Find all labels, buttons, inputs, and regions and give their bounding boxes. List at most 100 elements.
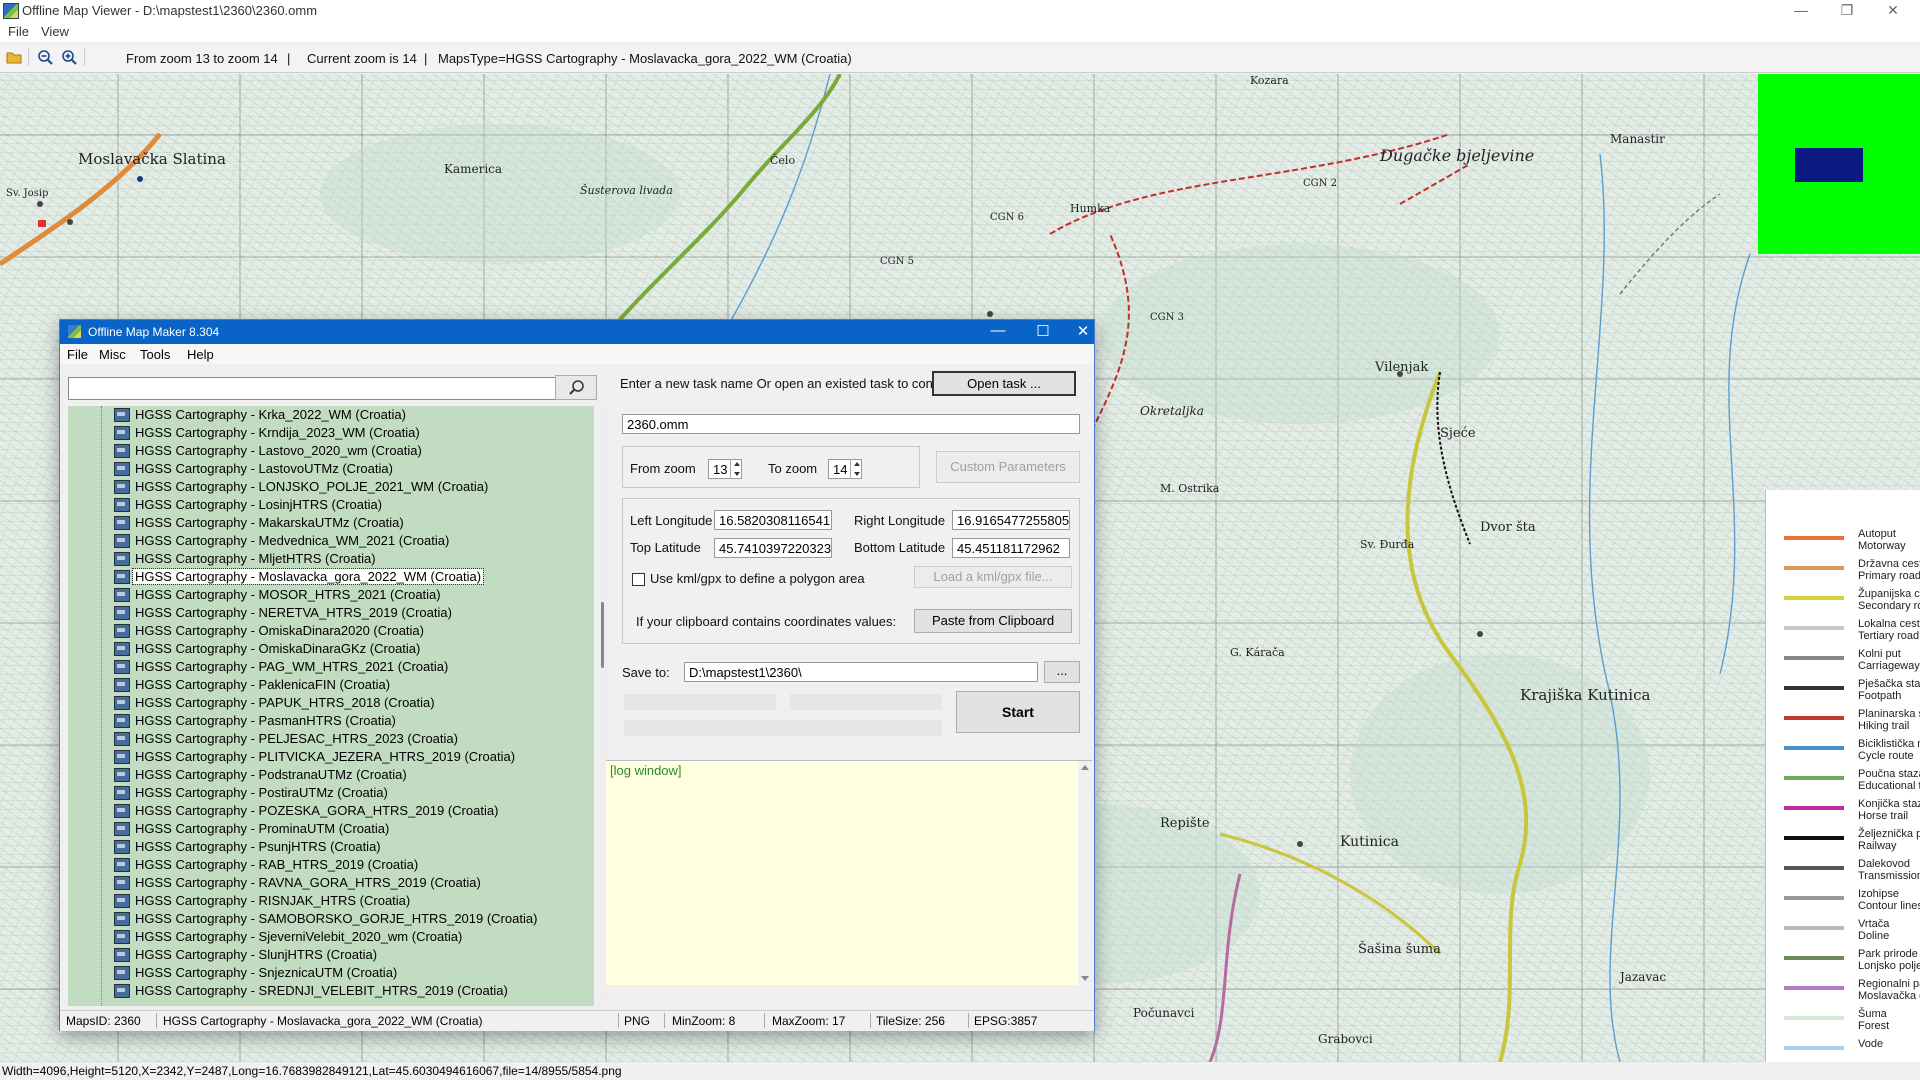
menu-view[interactable]: View [41, 24, 69, 39]
tree-item[interactable]: HGSS Cartography - SnjeznicaUTM (Croatia… [68, 964, 588, 982]
tree-item[interactable]: HGSS Cartography - PELJESAC_HTRS_2023 (C… [68, 730, 588, 748]
left-longitude-input[interactable]: 16.5820308116541 [714, 510, 832, 530]
tree-item[interactable]: HGSS Cartography - Krndija_2023_WM (Croa… [68, 424, 588, 442]
app-title-bar: Offline Map Viewer - D:\mapstest1\2360\2… [0, 0, 1920, 22]
tree-item[interactable]: HGSS Cartography - PodstranaUTMz (Croati… [68, 766, 588, 784]
tree-item[interactable]: HGSS Cartography - PLITVICKA_JEZERA_HTRS… [68, 748, 588, 766]
search-button[interactable] [555, 375, 597, 400]
tree-item[interactable]: HGSS Cartography - RISNJAK_HTRS (Croatia… [68, 892, 588, 910]
browse-button[interactable]: ... [1044, 661, 1080, 683]
start-button[interactable]: Start [956, 691, 1080, 733]
tree-item[interactable]: HGSS Cartography - RAVNA_GORA_HTRS_2019 … [68, 874, 588, 892]
legend-label: Lokalna cesta Tertiary road [1858, 618, 1920, 642]
dialog-maximize-button[interactable]: ☐ [1023, 322, 1063, 340]
custom-parameters-button[interactable]: Custom Parameters [936, 451, 1080, 483]
scroll-down-icon[interactable] [1081, 976, 1089, 981]
maps-id-status: MapsID: 2360 [66, 1014, 141, 1028]
tree-item[interactable]: HGSS Cartography - SlunjHTRS (Croatia) [68, 946, 588, 964]
log-scrollbar[interactable] [1078, 761, 1092, 985]
dialog-close-button[interactable]: ✕ [1063, 322, 1103, 340]
tree-item[interactable]: HGSS Cartography - PsunjHTRS (Croatia) [68, 838, 588, 856]
tree-item[interactable]: HGSS Cartography - SAMOBORSKO_GORJE_HTRS… [68, 910, 588, 928]
tree-item[interactable]: HGSS Cartography - Moslavacka_gora_2022_… [68, 568, 588, 586]
tree-item[interactable]: HGSS Cartography - LosinjHTRS (Croatia) [68, 496, 588, 514]
map-layer-icon [114, 426, 130, 440]
dialog-menu-file[interactable]: File [67, 347, 88, 362]
tree-item[interactable]: HGSS Cartography - MljetHTRS (Croatia) [68, 550, 588, 568]
tree-item[interactable]: HGSS Cartography - SREDNJI_VELEBIT_HTRS_… [68, 982, 588, 1000]
tree-item[interactable]: HGSS Cartography - MOSOR_HTRS_2021 (Croa… [68, 586, 588, 604]
close-button[interactable]: ✕ [1870, 0, 1916, 22]
right-longitude-input[interactable]: 16.9165477255805 [952, 510, 1070, 530]
tree-item[interactable]: HGSS Cartography - RAB_HTRS_2019 (Croati… [68, 856, 588, 874]
log-window[interactable]: [log window] [606, 760, 1092, 985]
tree-item[interactable]: HGSS Cartography - LONJSKO_POLJE_2021_WM… [68, 478, 588, 496]
load-kml-button[interactable]: Load a kml/gpx file... [914, 566, 1072, 588]
tree-item[interactable]: HGSS Cartography - SjeverniVelebit_2020_… [68, 928, 588, 946]
task-name-input[interactable]: 2360.omm [622, 414, 1080, 434]
tree-item[interactable]: HGSS Cartography - PAPUK_HTRS_2018 (Croa… [68, 694, 588, 712]
map-layer-icon [114, 498, 130, 512]
to-zoom-spinner[interactable] [850, 459, 863, 479]
tree-item[interactable]: HGSS Cartography - LastovoUTMz (Croatia) [68, 460, 588, 478]
tree-item[interactable]: HGSS Cartography - NERETVA_HTRS_2019 (Cr… [68, 604, 588, 622]
scroll-up-icon[interactable] [1081, 765, 1089, 770]
tree-item-label: HGSS Cartography - PodstranaUTMz (Croati… [135, 767, 407, 782]
tree-item[interactable]: HGSS Cartography - MakarskaUTMz (Croatia… [68, 514, 588, 532]
legend-label: Biciklistička n Cycle route [1858, 738, 1920, 762]
bottom-latitude-input[interactable]: 45.451181172962 [952, 538, 1070, 558]
maps-tree[interactable]: HGSS Cartography - Krka_2022_WM (Croatia… [68, 406, 594, 1006]
tree-item[interactable]: HGSS Cartography - PaklenicaFIN (Croatia… [68, 676, 588, 694]
tree-item[interactable]: HGSS Cartography - OmiskaDinara2020 (Cro… [68, 622, 588, 640]
tree-item[interactable]: HGSS Cartography - ProminaUTM (Croatia) [68, 820, 588, 838]
tree-item[interactable]: HGSS Cartography - OmiskaDinaraGKz (Croa… [68, 640, 588, 658]
legend-label: Kolni put Carriageway [1858, 648, 1920, 672]
legend-swatch [1784, 686, 1844, 690]
dialog-menu-help[interactable]: Help [187, 347, 214, 362]
map-label: Šašina šuma [1358, 942, 1441, 957]
tree-item-label: HGSS Cartography - OmiskaDinaraGKz (Croa… [135, 641, 421, 656]
kml-label: Use kml/gpx to define a polygon area [650, 571, 865, 586]
tree-item[interactable]: HGSS Cartography - Krka_2022_WM (Croatia… [68, 406, 588, 424]
menu-file[interactable]: File [8, 24, 29, 39]
top-latitude-label: Top Latitude [630, 540, 701, 555]
from-zoom-spinner[interactable] [730, 459, 743, 479]
map-label: Sv. Josip [6, 188, 49, 199]
minimize-button[interactable]: — [1778, 0, 1824, 22]
scrollbar-thumb[interactable] [601, 602, 604, 668]
map-search-input[interactable] [68, 377, 558, 400]
viewer-status-bar: Width=4096,Height=5120,X=2342,Y=2487,Lon… [0, 1062, 1920, 1080]
open-folder-icon[interactable] [6, 49, 22, 65]
tree-item[interactable]: HGSS Cartography - POZESKA_GORA_HTRS_201… [68, 802, 588, 820]
dialog-menu-misc[interactable]: Misc [99, 347, 126, 362]
dialog-menu-tools[interactable]: Tools [140, 347, 170, 362]
top-latitude-input[interactable]: 45.7410397220323 [714, 538, 832, 558]
tree-item-label: HGSS Cartography - Moslavacka_gora_2022_… [131, 568, 485, 585]
save-path-input[interactable]: D:\mapstest1\2360\ [684, 662, 1038, 682]
dialog-title-bar[interactable]: Offline Map Maker 8.304 — ☐ ✕ [60, 320, 1094, 344]
paste-from-clipboard-button[interactable]: Paste from Clipboard [914, 609, 1072, 633]
kml-checkbox[interactable] [632, 573, 645, 586]
overview-viewport[interactable] [1795, 148, 1863, 182]
legend-label: Konjička staz Horse trail [1858, 798, 1920, 822]
legend-label: Vrtača Doline [1858, 918, 1890, 942]
legend-swatch [1784, 626, 1844, 630]
open-task-button[interactable]: Open task ... [932, 371, 1076, 396]
tree-item[interactable]: HGSS Cartography - PasmanHTRS (Croatia) [68, 712, 588, 730]
legend-item: Šuma Forest [1766, 1008, 1920, 1036]
maximize-button[interactable]: ❐ [1824, 0, 1870, 22]
zoom-out-icon[interactable] [37, 49, 53, 65]
map-maker-dialog: Offline Map Maker 8.304 — ☐ ✕ File Misc … [59, 319, 1095, 1031]
dialog-status-bar: MapsID: 2360 HGSS Cartography - Moslavac… [60, 1010, 1094, 1031]
zoom-in-icon[interactable] [61, 49, 77, 65]
tree-item[interactable]: HGSS Cartography - Medvednica_WM_2021 (C… [68, 532, 588, 550]
format-status: PNG [624, 1014, 651, 1028]
tree-item[interactable]: HGSS Cartography - PAG_WM_HTRS_2021 (Cro… [68, 658, 588, 676]
overview-minimap[interactable] [1758, 74, 1920, 254]
map-layer-icon [114, 894, 130, 908]
legend-item: Konjička staz Horse trail [1766, 798, 1920, 826]
dialog-minimize-button[interactable]: — [978, 322, 1018, 339]
tree-item[interactable]: HGSS Cartography - Lastovo_2020_wm (Croa… [68, 442, 588, 460]
tree-item[interactable]: HGSS Cartography - PostiraUTMz (Croatia) [68, 784, 588, 802]
tree-item-label: HGSS Cartography - Lastovo_2020_wm (Croa… [135, 443, 422, 458]
